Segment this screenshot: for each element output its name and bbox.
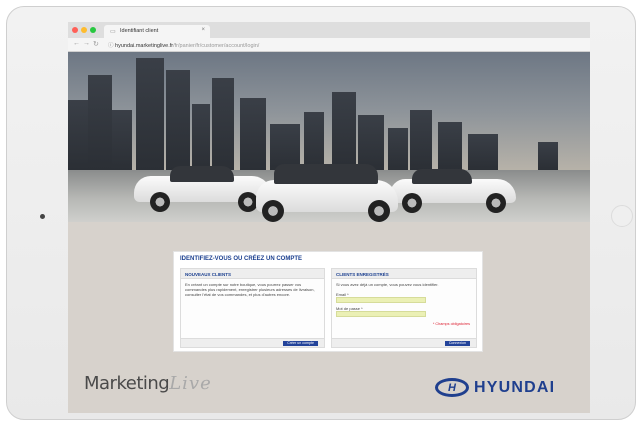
create-account-button[interactable]: Créer un compte [283, 341, 318, 346]
hyundai-wordmark: HYUNDAI [474, 378, 556, 396]
camera-dot [40, 214, 45, 219]
hyundai-logo: H HYUNDAI [435, 378, 555, 397]
info-icon: ⓘ [108, 43, 116, 49]
car-center [256, 162, 398, 222]
dialog-title: IDENTIFIEZ-VOUS OU CRÉEZ UN COMPTE [180, 256, 303, 262]
browser-tab[interactable]: ▭ Identifiant client × [104, 25, 210, 38]
new-clients-text: En créant un compte sur notre boutique, … [185, 282, 315, 297]
window-controls [72, 27, 96, 33]
login-button[interactable]: Connexion [444, 341, 470, 346]
url-field[interactable]: ⓘ hyundai.marketinglive.fr/fr/panier/fr/… [108, 41, 259, 49]
browser-tab-bar: ▭ Identifiant client × [68, 22, 590, 38]
registered-clients-panel: CLIENTS ENREGISTRÉS Si vous avez déjà un… [331, 268, 477, 348]
registered-clients-heading: CLIENTS ENREGISTRÉS [332, 269, 476, 279]
browser-screen: ▭ Identifiant client × ← → ↻ ⓘ hyundai.m… [68, 22, 590, 413]
new-clients-heading: NOUVEAUX CLIENTS [181, 269, 324, 279]
address-bar: ← → ↻ ⓘ hyundai.marketinglive.fr/fr/pani… [68, 38, 590, 52]
car-right [390, 165, 516, 213]
new-clients-footer: Créer un compte [181, 338, 324, 347]
home-button[interactable] [611, 205, 633, 227]
zoom-window-icon[interactable] [90, 27, 96, 33]
tab-title: Identifiant client [120, 28, 159, 34]
email-field[interactable] [336, 297, 426, 303]
hyundai-emblem-icon: H [435, 378, 469, 397]
marketing-live-script: Live [169, 373, 212, 394]
back-icon[interactable]: ← [73, 40, 80, 47]
hero-banner-image [68, 52, 590, 222]
registered-clients-footer: Connexion [332, 338, 476, 347]
new-clients-panel: NOUVEAUX CLIENTS En créant un compte sur… [180, 268, 325, 348]
login-dialog: IDENTIFIEZ-VOUS OU CRÉEZ UN COMPTE NOUVE… [173, 251, 483, 352]
password-field[interactable] [336, 311, 426, 317]
minimize-window-icon[interactable] [81, 27, 87, 33]
registered-clients-text: Si vous avez déjà un compte, vous pouvez… [336, 282, 439, 287]
tab-close-icon[interactable]: × [201, 27, 205, 33]
close-window-icon[interactable] [72, 27, 78, 33]
url-path: /fr/panier/fr/customer/account/login/ [173, 43, 260, 49]
forward-icon[interactable]: → [83, 40, 90, 47]
reload-icon[interactable]: ↻ [93, 40, 99, 48]
car-left [134, 162, 272, 212]
required-fields-note: * Champs obligatoires [432, 322, 470, 326]
page-icon: ▭ [110, 29, 116, 35]
marketing-live-logo: MarketingLive [84, 373, 212, 394]
marketing-live-main: Marketing [84, 373, 170, 394]
url-domain: hyundai.marketinglive.fr [115, 43, 174, 49]
